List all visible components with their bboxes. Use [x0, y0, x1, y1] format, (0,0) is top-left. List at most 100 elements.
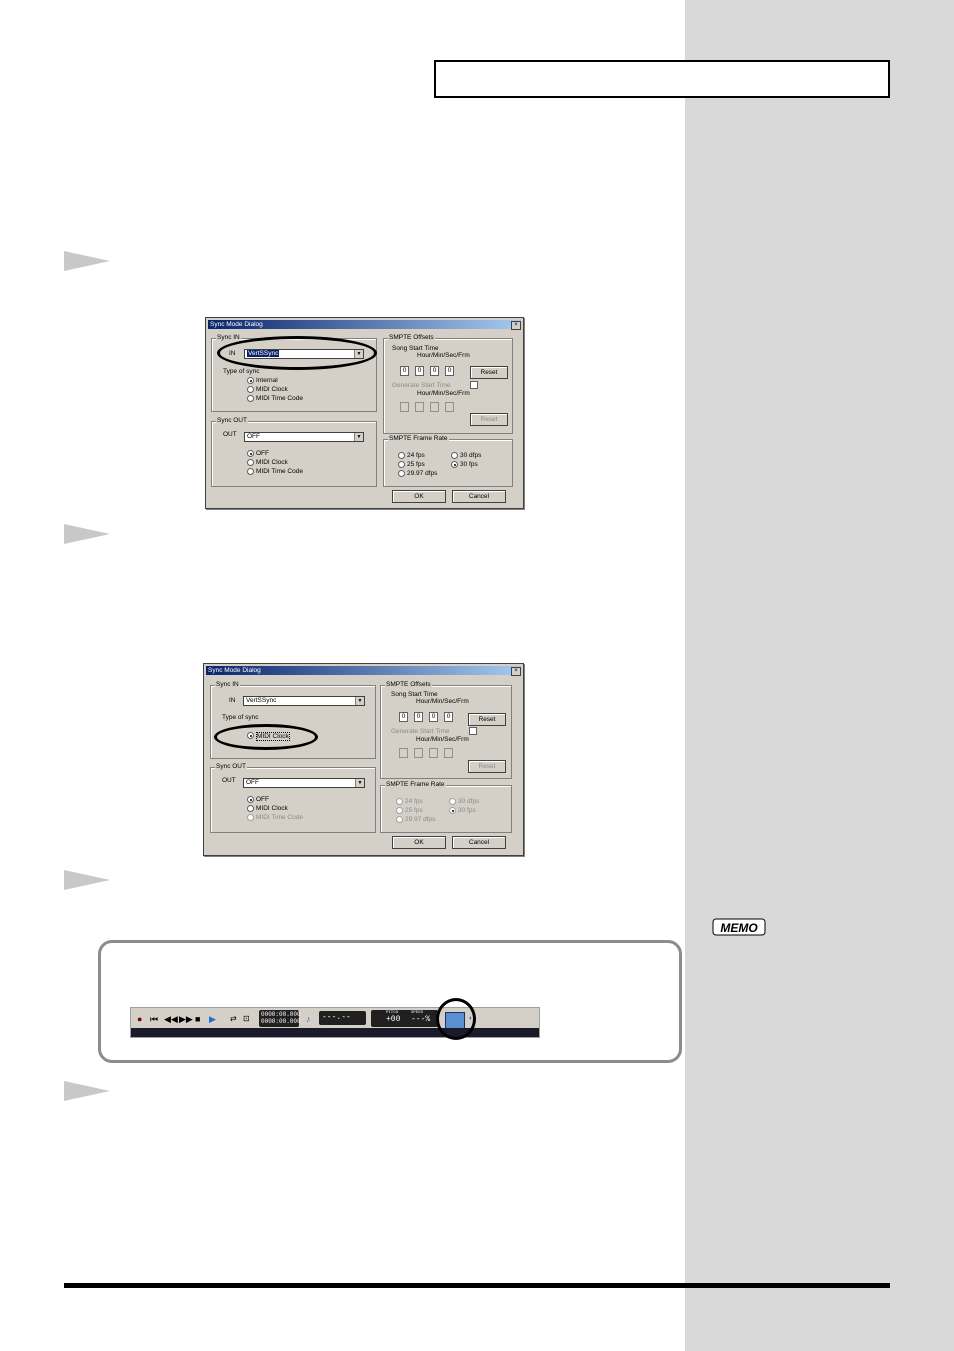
step-marker-4: [64, 1081, 110, 1101]
sync-out-select[interactable]: OFF ▼: [243, 778, 365, 788]
in-label: IN: [229, 697, 236, 704]
radio-2997dfps[interactable]: [398, 470, 405, 477]
gen-sec: [430, 402, 439, 412]
radio-out-midi-clock[interactable]: [247, 459, 254, 466]
radio-25fps[interactable]: [398, 461, 405, 468]
reset2-button[interactable]: Reset: [468, 760, 506, 773]
gen-sec: [429, 748, 438, 758]
sync-in-select[interactable]: VertSSync ▼: [243, 696, 365, 706]
generate-start-checkbox[interactable]: [470, 381, 478, 389]
out-option-midi-clock: MIDI Clock: [256, 805, 288, 812]
type-of-sync-label: Type of sync: [223, 368, 260, 375]
radio-24fps[interactable]: [398, 452, 405, 459]
info-box: [98, 940, 682, 1063]
offset-hour[interactable]: 0: [399, 712, 408, 722]
radio-30dfps[interactable]: [451, 452, 458, 459]
stop-icon[interactable]: ■: [195, 1014, 200, 1024]
ok-button[interactable]: OK: [392, 836, 446, 849]
rewind-icon[interactable]: ◀◀: [164, 1014, 178, 1024]
close-icon[interactable]: ×: [511, 321, 521, 330]
sync-out-select[interactable]: OFF ▼: [244, 432, 364, 442]
radio-30fps[interactable]: [451, 461, 458, 468]
step-marker-2: [64, 524, 110, 544]
generate-start-checkbox[interactable]: [469, 727, 477, 735]
gen-frm: [444, 748, 453, 758]
section-header-box: [434, 60, 890, 98]
radio-out-off[interactable]: [247, 450, 254, 457]
speed-value: ---%: [411, 1015, 431, 1024]
record-icon[interactable]: ●: [137, 1014, 142, 1024]
radio-out-midi-clock[interactable]: [247, 805, 254, 812]
counter-bottom: 0000:00.000: [261, 1018, 301, 1025]
sync-mode-dialog-2: Sync Mode Dialog × Sync IN IN VertSSync …: [203, 663, 524, 856]
fast-forward-icon[interactable]: ▶▶: [179, 1014, 193, 1024]
hmsf2-label: Hour/Min/Sec/Frm: [416, 736, 469, 743]
hmsf2-label: Hour/Min/Sec/Frm: [417, 390, 470, 397]
radio-out-mtc[interactable]: [247, 814, 254, 821]
fps-30: 30 fps: [460, 461, 478, 468]
bottom-rule: [64, 1283, 890, 1288]
hmsf-label: Hour/Min/Sec/Frm: [417, 352, 470, 359]
fps-25: 25 fps: [407, 461, 425, 468]
frame-rate-group: SMPTE Frame Rate 24 fps 25 fps 29.97 dfp…: [380, 781, 512, 833]
smpte-offsets-label: SMPTE Offsets: [385, 681, 432, 688]
chevron-down-icon: ▼: [354, 433, 363, 441]
frame-rate-label: SMPTE Frame Rate: [388, 435, 449, 442]
gen-min: [415, 402, 424, 412]
offset-frm[interactable]: 0: [444, 712, 453, 722]
sync-in-label: Sync IN: [216, 334, 241, 341]
punch-icon[interactable]: ⊡: [243, 1014, 250, 1024]
out-option-off: OFF: [256, 450, 269, 457]
chevron-down-icon: ▼: [355, 779, 364, 787]
offset-sec[interactable]: 0: [429, 712, 438, 722]
close-icon[interactable]: ×: [511, 667, 521, 676]
radio-midi-clock[interactable]: [247, 386, 254, 393]
rewind-to-start-icon[interactable]: ⏮: [150, 1014, 158, 1024]
counter-top: 0000:00.000: [261, 1011, 301, 1018]
fps-2997: 29.97 dfps: [405, 816, 436, 823]
radio-30fps[interactable]: [449, 807, 456, 814]
offset-sec[interactable]: 0: [430, 366, 439, 376]
radio-2997dfps[interactable]: [396, 816, 403, 823]
fps-30: 30 fps: [458, 807, 476, 814]
loop-icon[interactable]: ⇄: [230, 1014, 237, 1024]
offset-hour[interactable]: 0: [400, 366, 409, 376]
radio-30dfps[interactable]: [449, 798, 456, 805]
out-option-mtc: MIDI Time Code: [256, 814, 303, 821]
gen-min: [414, 748, 423, 758]
radio-out-off[interactable]: [247, 796, 254, 803]
radio-24fps[interactable]: [396, 798, 403, 805]
reset-button[interactable]: Reset: [468, 713, 506, 726]
transport-toolbar: ● ⏮ ◀◀ ▶▶ ■ ▶ ⇄ ⊡ 0000:00.000 0000:00.00…: [130, 1007, 540, 1038]
play-icon[interactable]: ▶: [209, 1014, 216, 1024]
radio-midi-time-code[interactable]: [247, 395, 254, 402]
metronome-icon[interactable]: ♪: [306, 1014, 311, 1024]
fps-30d: 30 dfps: [458, 798, 480, 805]
sync-out-group: Sync OUT OUT OFF ▼ OFF MIDI Clock MIDI T…: [211, 417, 377, 487]
smpte-offsets-group: SMPTE Offsets Song Start Time Hour/Min/S…: [380, 681, 512, 779]
ok-button[interactable]: OK: [392, 490, 446, 503]
memo-icon: MEMO: [712, 918, 766, 936]
radio-25fps[interactable]: [396, 807, 403, 814]
cancel-button[interactable]: Cancel: [452, 490, 506, 503]
radio-internal[interactable]: [247, 377, 254, 384]
pitch-speed-display: PITCH +00 SPEED ---%: [371, 1010, 438, 1027]
cancel-button[interactable]: Cancel: [452, 836, 506, 849]
sync-out-value: OFF: [247, 433, 260, 440]
step-marker-3: [64, 870, 110, 890]
reset2-button[interactable]: Reset: [470, 413, 508, 426]
offset-min[interactable]: 0: [415, 366, 424, 376]
reset-button[interactable]: Reset: [470, 366, 508, 379]
pitch-value: +00: [386, 1015, 401, 1024]
sync-in-label: Sync IN: [215, 681, 240, 688]
tempo-display: ---.--: [319, 1011, 366, 1025]
chevron-down-icon: ▼: [355, 697, 364, 705]
frame-rate-label: SMPTE Frame Rate: [385, 781, 446, 788]
fps-25: 25 fps: [405, 807, 423, 814]
offset-frm[interactable]: 0: [445, 366, 454, 376]
right-sidebar: [685, 0, 954, 1351]
fps-24: 24 fps: [407, 452, 425, 459]
fps-2997: 29.97 dfps: [407, 470, 438, 477]
offset-min[interactable]: 0: [414, 712, 423, 722]
radio-out-mtc[interactable]: [247, 468, 254, 475]
